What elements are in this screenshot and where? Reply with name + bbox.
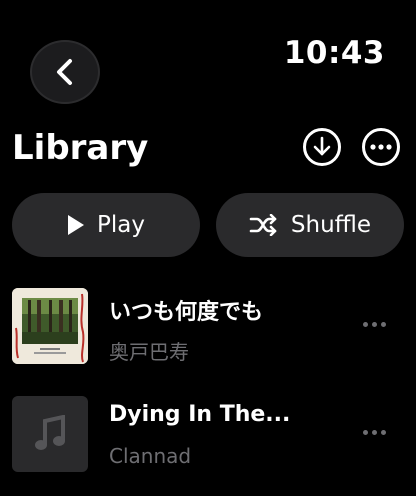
song-artist: Clannad bbox=[109, 444, 192, 468]
album-art-forest bbox=[12, 288, 88, 364]
download-button[interactable] bbox=[303, 128, 341, 166]
album-art bbox=[12, 288, 88, 364]
page-title: Library bbox=[12, 128, 149, 168]
more-options-button[interactable] bbox=[362, 128, 400, 166]
play-button[interactable]: Play bbox=[12, 193, 200, 257]
album-art bbox=[12, 396, 88, 472]
status-time: 10:43 bbox=[283, 35, 385, 71]
shuffle-label: Shuffle bbox=[290, 212, 372, 238]
song-title: Dying In The... bbox=[109, 402, 291, 427]
ellipsis-icon bbox=[370, 144, 392, 150]
row-more-button[interactable] bbox=[363, 430, 386, 435]
row-more-button[interactable] bbox=[363, 322, 386, 327]
song-title: いつも何度でも bbox=[109, 300, 264, 325]
play-icon bbox=[68, 215, 85, 235]
song-row[interactable]: いつも何度でも 奥戸巴寿 bbox=[12, 288, 404, 364]
shuffle-button[interactable]: Shuffle bbox=[216, 193, 404, 257]
song-row[interactable]: Dying In The... Clannad bbox=[12, 396, 404, 472]
play-label: Play bbox=[97, 212, 145, 238]
back-button[interactable] bbox=[30, 40, 100, 104]
music-note-placeholder bbox=[35, 415, 65, 450]
song-artist: 奥戸巴寿 bbox=[109, 340, 189, 364]
chevron-left-icon bbox=[57, 59, 72, 85]
shuffle-icon bbox=[249, 214, 277, 236]
download-icon bbox=[313, 136, 331, 156]
